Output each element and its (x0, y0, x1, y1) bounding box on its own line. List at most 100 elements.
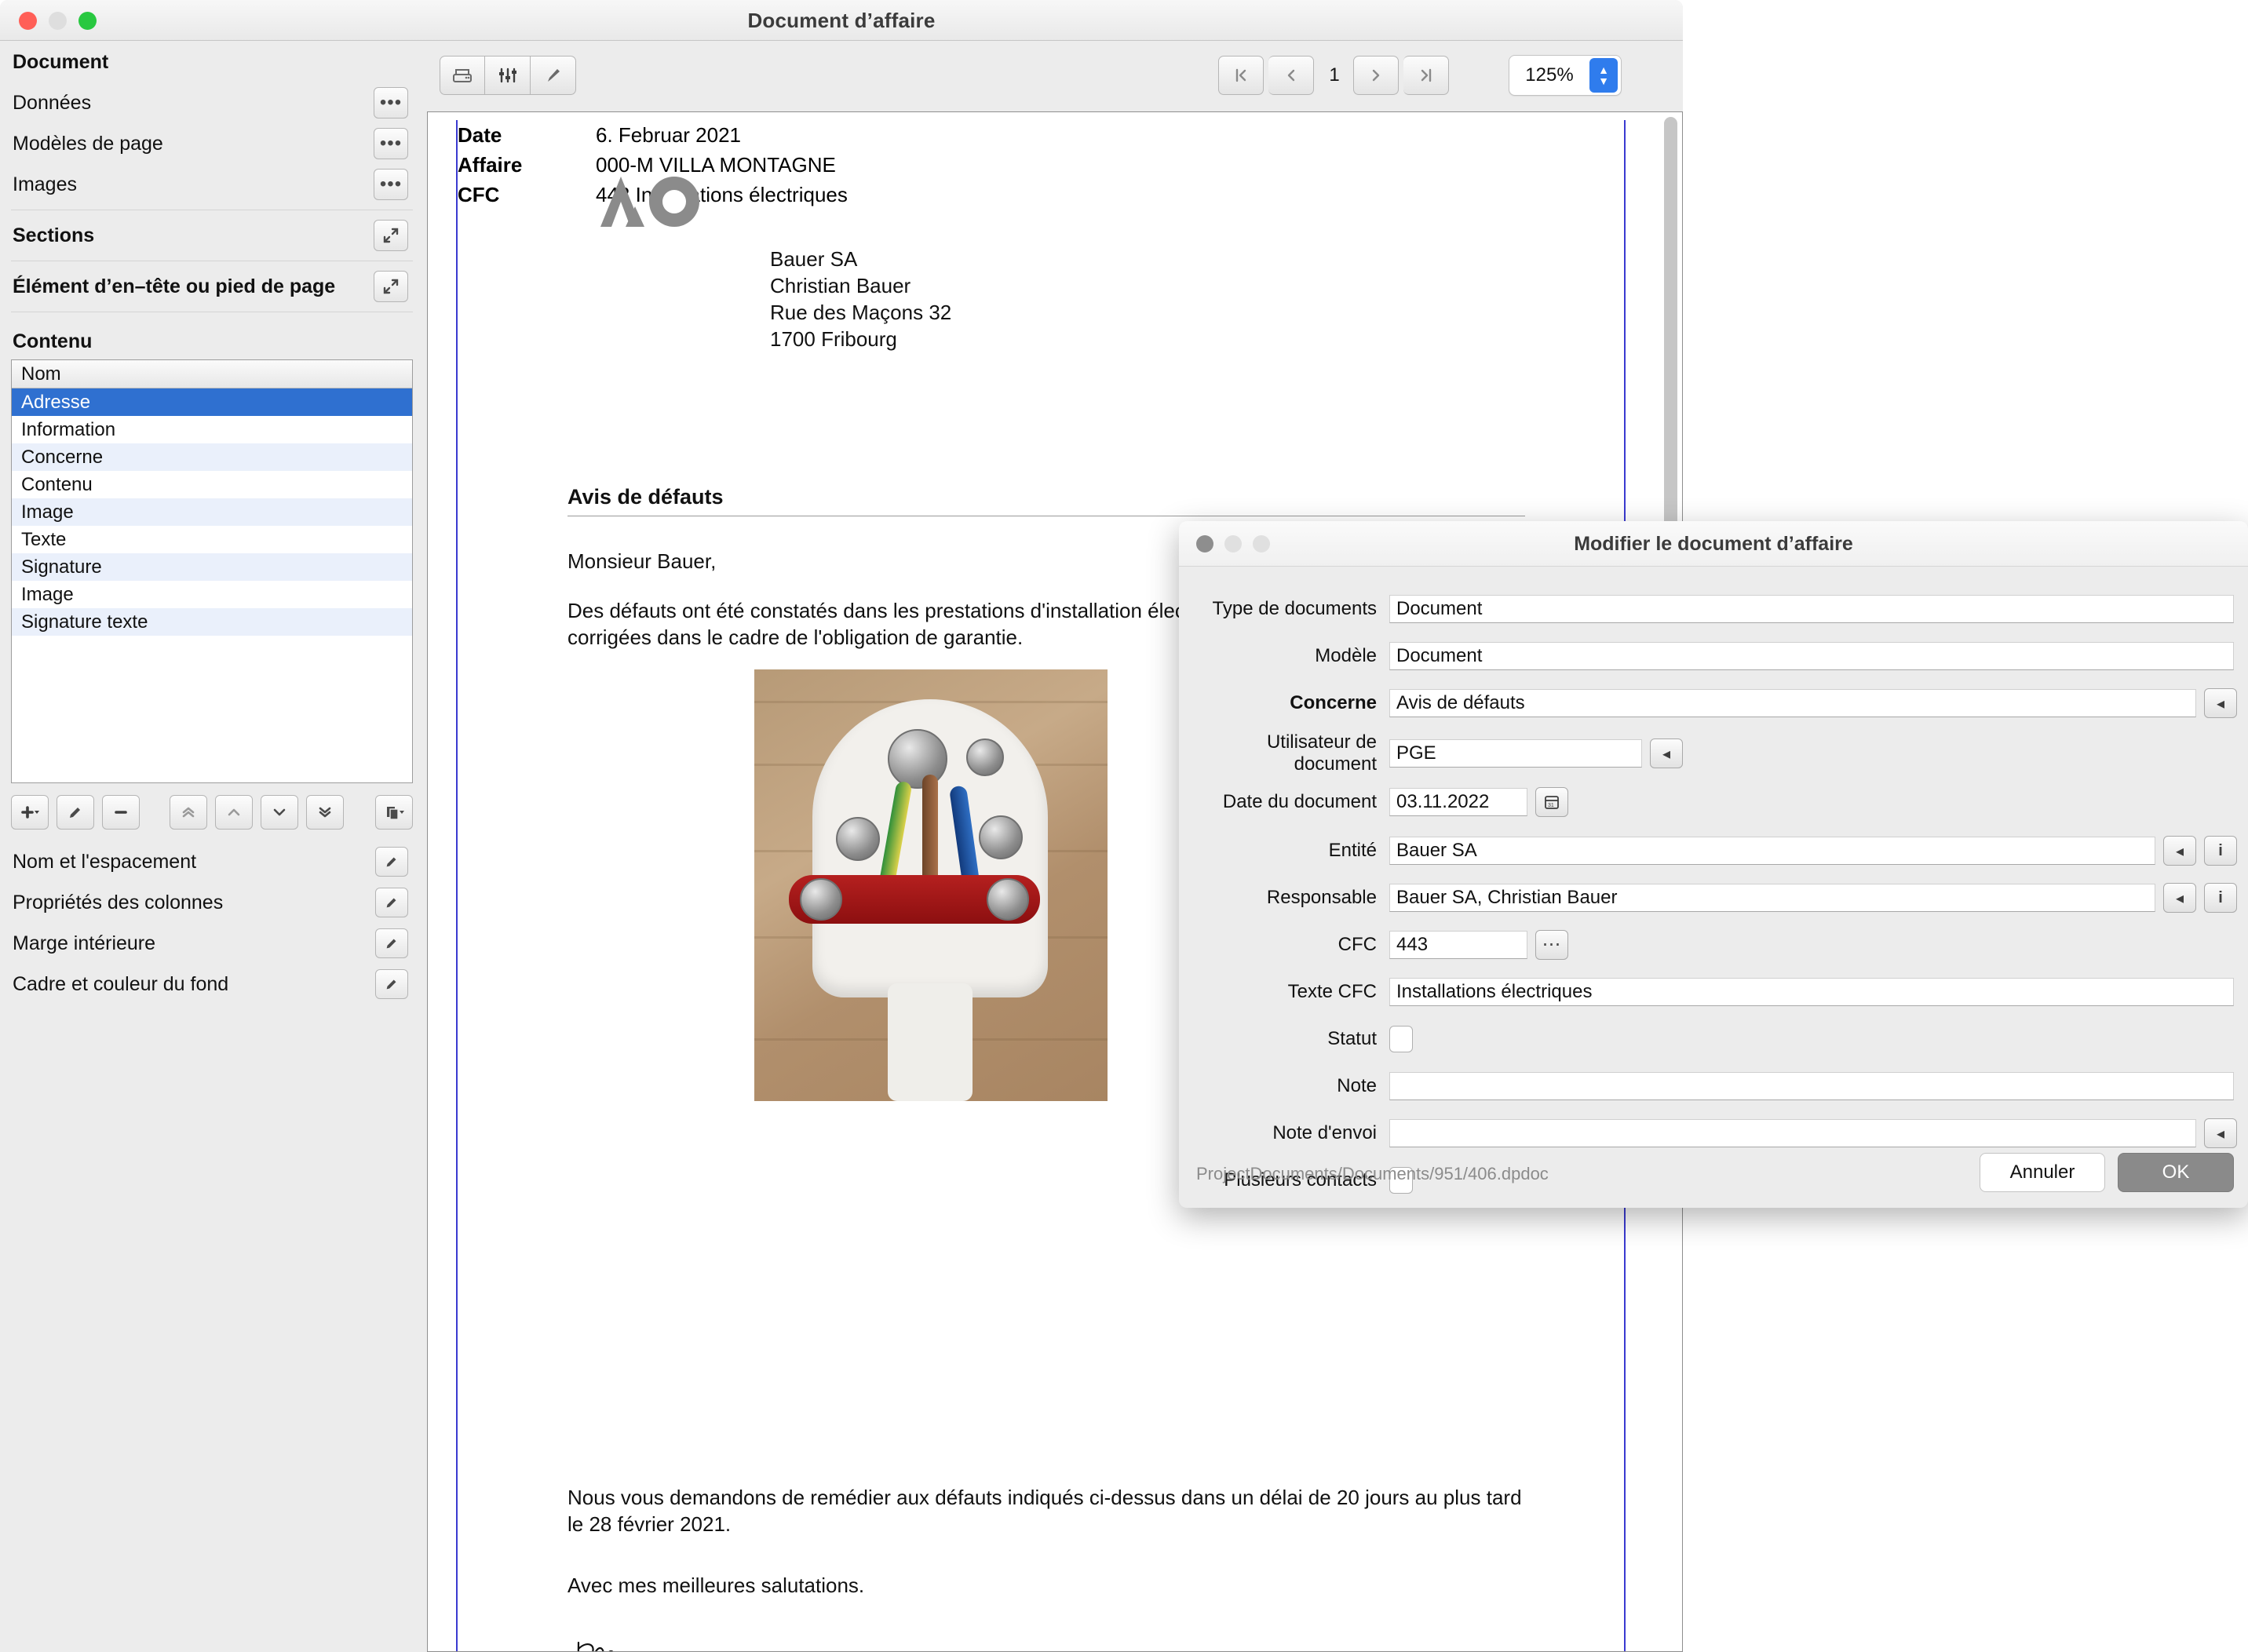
sidebar-item-cadre-couleur-fond[interactable]: Cadre et couleur du fond (0, 964, 424, 1005)
statut-checkbox[interactable] (1389, 1026, 1413, 1052)
ok-button[interactable]: OK (2118, 1153, 2234, 1192)
entite-input[interactable]: Bauer SA (1389, 837, 2155, 865)
field-row-statut: Statut (1179, 1023, 2248, 1055)
field-row-responsable: Responsable Bauer SA, Christian Bauer ◂ … (1179, 882, 2248, 914)
note-envoi-picker-button[interactable]: ◂ (2204, 1118, 2237, 1148)
sidebar-item-donnees[interactable]: Données ••• (0, 82, 424, 123)
utilisateur-picker-button[interactable]: ◂ (1650, 738, 1683, 768)
window-title: Document d’affaire (747, 9, 936, 32)
move-down-button[interactable] (261, 795, 298, 830)
list-item[interactable]: Image (12, 498, 412, 526)
first-page-button[interactable] (1218, 56, 1264, 95)
field-row-cfc: CFC 443 ⋯ (1179, 929, 2248, 961)
utilisateur-de-document-input[interactable]: PGE (1389, 739, 1642, 768)
field-label: Utilisateur de document (1266, 731, 1377, 775)
chevron-down-icon (273, 808, 286, 816)
list-item[interactable]: Signature (12, 553, 412, 581)
content-list[interactable]: Nom Adresse Information Concerne Contenu… (11, 359, 413, 783)
sidebar-item-label: Propriétés des colonnes (13, 891, 224, 914)
move-to-top-button[interactable] (170, 795, 207, 830)
texte-cfc-input[interactable]: Installations électriques (1389, 978, 2234, 1006)
donnees-options-button[interactable]: ••• (374, 87, 408, 119)
dialog-maximize-button[interactable] (1253, 535, 1270, 552)
previous-page-button[interactable] (1268, 56, 1314, 95)
dialog-minimize-button[interactable] (1224, 535, 1242, 552)
list-item[interactable]: Concerne (12, 443, 412, 471)
nom-espacement-edit-button[interactable] (375, 847, 408, 877)
responsable-input[interactable]: Bauer SA, Christian Bauer (1389, 884, 2155, 912)
list-item[interactable]: Image (12, 581, 412, 608)
dialog-close-button[interactable] (1196, 535, 1213, 552)
sidebar-heading-label: Document (13, 50, 109, 73)
sidebar-item-label: Images (13, 173, 77, 195)
responsable-info-button[interactable]: i (2204, 883, 2237, 913)
sidebar-item-sections[interactable]: Sections (0, 215, 424, 256)
zoom-control[interactable]: 125% ▲ ▼ (1509, 55, 1622, 96)
cfc-browse-button[interactable]: ⋯ (1535, 930, 1568, 960)
sections-expand-button[interactable] (374, 220, 408, 251)
type-de-documents-input[interactable]: Document (1389, 595, 2234, 623)
document-toolbar: 1 125% ▲ ▼ (424, 42, 1683, 109)
field-label: Responsable (1266, 887, 1377, 908)
settings-sliders-button[interactable] (485, 56, 531, 95)
list-item[interactable]: Adresse (12, 388, 412, 416)
entite-info-button[interactable]: i (2204, 836, 2237, 866)
sidebar-item-images[interactable]: Images ••• (0, 164, 424, 205)
field-row-concerne: Concerne Avis de défauts ◂ (1179, 687, 2248, 719)
sidebar-item-marge-interieure[interactable]: Marge intérieure (0, 923, 424, 964)
concerne-picker-button[interactable]: ◂ (2204, 688, 2237, 718)
next-page-button[interactable] (1353, 56, 1399, 95)
remove-item-button[interactable] (102, 795, 140, 830)
entite-picker-button[interactable]: ◂ (2163, 836, 2196, 866)
copy-icon (387, 807, 404, 820)
field-row-utilisateur-de-document: Utilisateur de document PGE ◂ (1179, 731, 2248, 775)
recipient-address: Bauer SA Christian Bauer Rue des Maçons … (770, 246, 951, 352)
screw-icon (979, 815, 1023, 859)
add-item-button[interactable] (11, 795, 49, 830)
list-item[interactable]: Texte (12, 526, 412, 553)
company-logo (599, 172, 701, 232)
list-item[interactable]: Contenu (12, 471, 412, 498)
cadre-couleur-edit-button[interactable] (375, 969, 408, 999)
marge-interieure-edit-button[interactable] (375, 928, 408, 958)
chevron-up-icon: ▲ (1598, 64, 1609, 76)
cfc-input[interactable]: 443 (1389, 931, 1527, 959)
zoom-stepper[interactable]: ▲ ▼ (1589, 58, 1618, 93)
sidebar-item-label: Nom et l'espacement (13, 850, 197, 873)
list-item[interactable]: Signature texte (12, 608, 412, 636)
proprietes-colonnes-edit-button[interactable] (375, 888, 408, 917)
last-page-button[interactable] (1403, 56, 1449, 95)
field-row-modele: Modèle Document (1179, 640, 2248, 672)
meta-key: Date (458, 123, 502, 147)
sliders-icon (498, 67, 516, 83)
modele-input[interactable]: Document (1389, 642, 2234, 670)
screw-icon (800, 878, 842, 921)
move-to-bottom-button[interactable] (306, 795, 344, 830)
edit-item-button[interactable] (57, 795, 94, 830)
concerne-input[interactable]: Avis de défauts (1389, 689, 2196, 717)
document-paragraph-2: Nous vous demandons de remédier aux défa… (567, 1486, 1522, 1536)
toolbar-group-pagination: 1 (1218, 56, 1449, 95)
duplicate-item-button[interactable] (375, 795, 413, 830)
cancel-button[interactable]: Annuler (1980, 1153, 2105, 1192)
list-item[interactable]: Information (12, 416, 412, 443)
images-options-button[interactable]: ••• (374, 169, 408, 200)
header-footer-expand-button[interactable] (374, 271, 408, 302)
sidebar-item-modeles-de-page[interactable]: Modèles de page ••• (0, 123, 424, 164)
responsable-picker-button[interactable]: ◂ (2163, 883, 2196, 913)
edit-document-button[interactable] (531, 56, 576, 95)
sidebar-item-proprietes-colonnes[interactable]: Propriétés des colonnes (0, 882, 424, 923)
print-button[interactable] (440, 56, 485, 95)
modeles-options-button[interactable]: ••• (374, 128, 408, 159)
sidebar-item-header-footer[interactable]: Élément d’en–tête ou pied de page (0, 266, 424, 307)
note-envoi-input[interactable] (1389, 1119, 2196, 1147)
note-input[interactable] (1389, 1072, 2234, 1100)
page-number-field[interactable]: 1 (1316, 56, 1353, 95)
date-picker-button[interactable]: 31 (1535, 787, 1568, 817)
window-titlebar: Document d’affaire (0, 0, 1683, 41)
address-line: 1700 Fribourg (770, 327, 897, 351)
move-up-button[interactable] (215, 795, 253, 830)
sidebar-item-nom-espacement[interactable]: Nom et l'espacement (0, 841, 424, 882)
last-page-icon (1421, 68, 1431, 82)
date-du-document-input[interactable]: 03.11.2022 (1389, 788, 1527, 816)
